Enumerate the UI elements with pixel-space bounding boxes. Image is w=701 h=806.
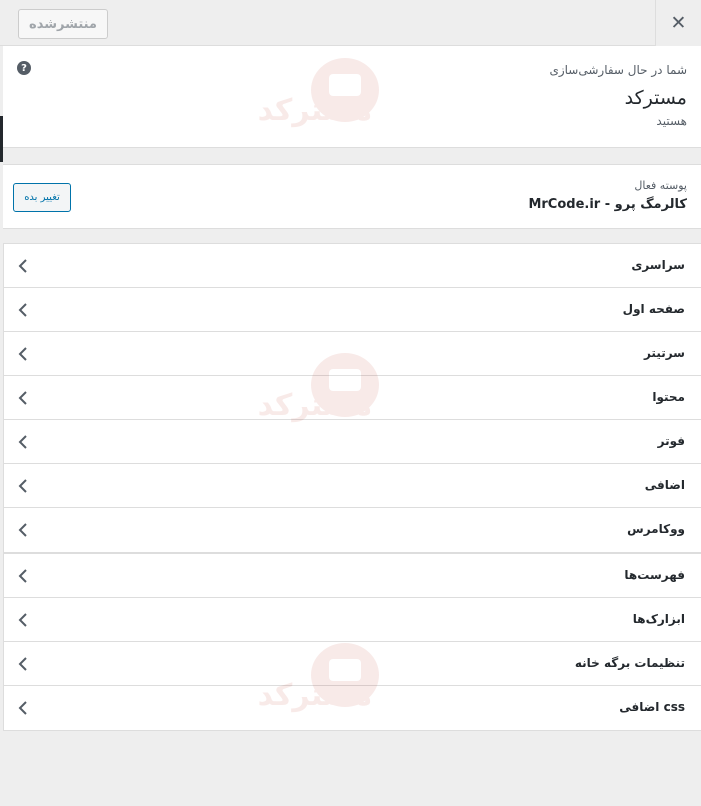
section-label: فوتر	[657, 434, 685, 448]
theme-sections-list: سراسری صفحه اول سرتیتر محتوا فوتر اضافی …	[3, 243, 701, 553]
section-label: css اضافی	[619, 700, 685, 714]
customizing-prefix: شما در حال سفارشی‌سازی	[549, 63, 687, 77]
section-label: تنظیمات برگه خانه	[574, 656, 685, 670]
section-label: ووکامرس	[627, 522, 685, 536]
section-item-extra[interactable]: اضافی	[4, 464, 701, 508]
chevron-left-icon	[18, 303, 27, 317]
chevron-left-icon	[18, 435, 27, 449]
section-label: فهرست‌ها	[624, 568, 685, 582]
chevron-left-icon	[18, 391, 27, 405]
chevron-left-icon	[18, 569, 27, 583]
section-label: محتوا	[652, 390, 685, 404]
close-button[interactable]: ✕	[655, 0, 701, 46]
section-item-homepage-settings[interactable]: تنظیمات برگه خانه	[4, 642, 701, 686]
chevron-left-icon	[18, 701, 27, 715]
section-label: سرتیتر	[643, 346, 685, 360]
active-theme-panel: پوسته فعال کالرمگ پرو - MrCode.ir تغییر …	[3, 164, 701, 229]
section-item-global[interactable]: سراسری	[4, 244, 701, 288]
section-label: ابزارک‌ها	[632, 612, 685, 626]
section-label: صفحه اول	[622, 302, 685, 316]
chevron-left-icon	[18, 479, 27, 493]
section-label: اضافی	[644, 478, 685, 492]
chevron-left-icon	[18, 613, 27, 627]
site-title: مسترکد	[624, 87, 687, 109]
core-sections-list: فهرست‌ها ابزارک‌ها تنظیمات برگه خانه css…	[3, 553, 701, 731]
chevron-left-icon	[18, 259, 27, 273]
change-theme-button[interactable]: تغییر بده	[13, 183, 71, 212]
help-icon[interactable]: ?	[17, 61, 31, 75]
chevron-left-icon	[18, 347, 27, 361]
publish-button[interactable]: منتشرشده	[18, 9, 108, 39]
section-item-header[interactable]: سرتیتر	[4, 332, 701, 376]
section-item-widgets[interactable]: ابزارک‌ها	[4, 598, 701, 642]
active-theme-name: کالرمگ پرو - MrCode.ir	[528, 197, 687, 212]
active-theme-label: پوسته فعال	[634, 179, 687, 192]
customizer-info-panel: ? شما در حال سفارشی‌سازی مسترکد هستید	[3, 46, 701, 148]
section-item-additional-css[interactable]: css اضافی	[4, 686, 701, 730]
section-item-footer[interactable]: فوتر	[4, 420, 701, 464]
section-item-content[interactable]: محتوا	[4, 376, 701, 420]
section-item-menus[interactable]: فهرست‌ها	[4, 554, 701, 598]
section-label: سراسری	[631, 258, 685, 272]
customizer-header: منتشرشده ✕	[0, 0, 701, 46]
chevron-left-icon	[18, 657, 27, 671]
customizing-suffix: هستید	[656, 114, 687, 128]
chevron-left-icon	[18, 523, 27, 537]
panel-edge	[0, 116, 3, 162]
section-item-homepage[interactable]: صفحه اول	[4, 288, 701, 332]
close-icon: ✕	[670, 12, 687, 34]
section-item-woocommerce[interactable]: ووکامرس	[4, 508, 701, 552]
